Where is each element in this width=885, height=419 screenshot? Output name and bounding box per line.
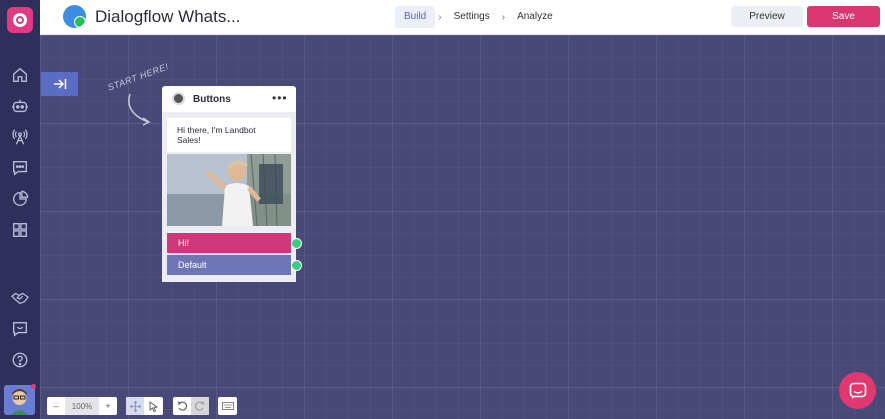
sidebar [0,0,40,419]
zoom-control: – 100% + [47,397,117,415]
handshake-icon[interactable] [10,288,30,308]
undo-icon [177,401,187,411]
builder-nav: Build › Settings › Analyze [395,6,562,28]
keyboard-shortcuts-button[interactable] [218,397,237,415]
pan-tool-button[interactable] [126,397,144,415]
reply-button-label: Default [178,260,207,270]
zoom-out-button[interactable]: – [47,397,65,415]
curved-arrow-icon [128,93,151,126]
bot-channel-avatar [63,5,86,28]
output-port[interactable] [291,260,302,271]
whatsapp-icon [74,16,86,28]
node-header[interactable]: Buttons ••• [162,86,296,112]
buttons-node[interactable]: Buttons ••• Hi there, I'm Landbot Sales!… [162,86,302,282]
cursor-icon [149,400,158,412]
expand-panel-button[interactable] [41,72,78,96]
tab-analyze[interactable]: Analyze [508,6,562,28]
select-tool-button[interactable] [144,397,163,415]
tab-settings[interactable]: Settings [445,6,499,28]
history-controls [173,397,209,415]
redo-icon [195,401,205,411]
redo-button[interactable] [191,397,209,415]
node-body: Hi there, I'm Landbot Sales! Hi! Default [162,112,302,282]
chat-icon[interactable] [10,158,30,178]
output-port[interactable] [291,238,302,249]
broadcast-icon[interactable] [10,127,30,147]
analytics-icon[interactable] [10,189,30,209]
canvas-tools [126,397,163,415]
preview-button[interactable]: Preview [731,6,803,27]
landbot-logo[interactable] [7,7,33,33]
node-title: Buttons [193,94,231,105]
top-bar: Dialogflow Whats... Build › Settings › A… [40,0,885,35]
help-icon[interactable] [10,350,30,370]
keyboard-icon [218,397,237,415]
arrow-right-bar-icon [53,79,66,89]
nav-chevron-icon: › [501,11,506,23]
zoom-level: 100% [65,397,99,415]
message-bubble[interactable]: Hi there, I'm Landbot Sales! [167,118,291,152]
chat-bubble-icon [849,382,866,399]
home-icon[interactable] [10,65,30,85]
apps-icon[interactable] [10,220,30,240]
message-image [167,154,291,226]
more-options-icon[interactable]: ••• [272,91,288,105]
move-icon [129,400,141,412]
tab-build[interactable]: Build [395,6,436,28]
nav-chevron-icon: › [438,11,442,23]
bot-title[interactable]: Dialogflow Whats... [95,7,241,27]
reply-button-label: Hi! [178,238,189,248]
save-button[interactable]: Save [807,6,880,27]
undo-button[interactable] [173,397,191,415]
node-type-icon [172,92,185,105]
notification-dot [31,384,36,389]
reply-button-default[interactable]: Default [167,255,302,275]
bot-icon[interactable] [10,96,30,116]
feedback-icon[interactable] [10,319,30,339]
user-avatar[interactable] [4,385,35,415]
support-chat-button[interactable] [839,372,876,409]
zoom-in-button[interactable]: + [99,397,117,415]
reply-button-hi[interactable]: Hi! [167,233,302,253]
